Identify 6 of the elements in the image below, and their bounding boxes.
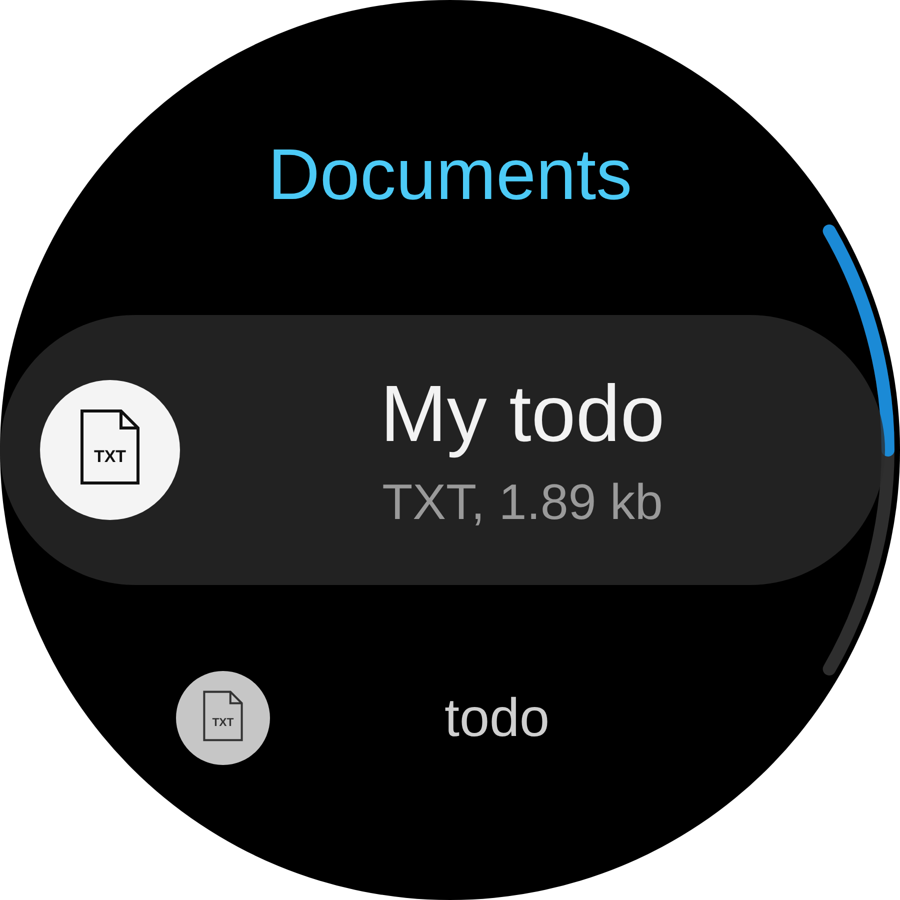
scrollbar-thumb[interactable]: [822, 224, 894, 456]
document-icon: TXT: [176, 671, 270, 765]
file-list-item[interactable]: TXT todo: [176, 671, 724, 765]
document-icon: TXT: [40, 380, 180, 520]
file-list-item[interactable]: TXT My todo TXT, 1.89 kb: [0, 315, 885, 585]
screen-title: Documents: [268, 139, 632, 211]
